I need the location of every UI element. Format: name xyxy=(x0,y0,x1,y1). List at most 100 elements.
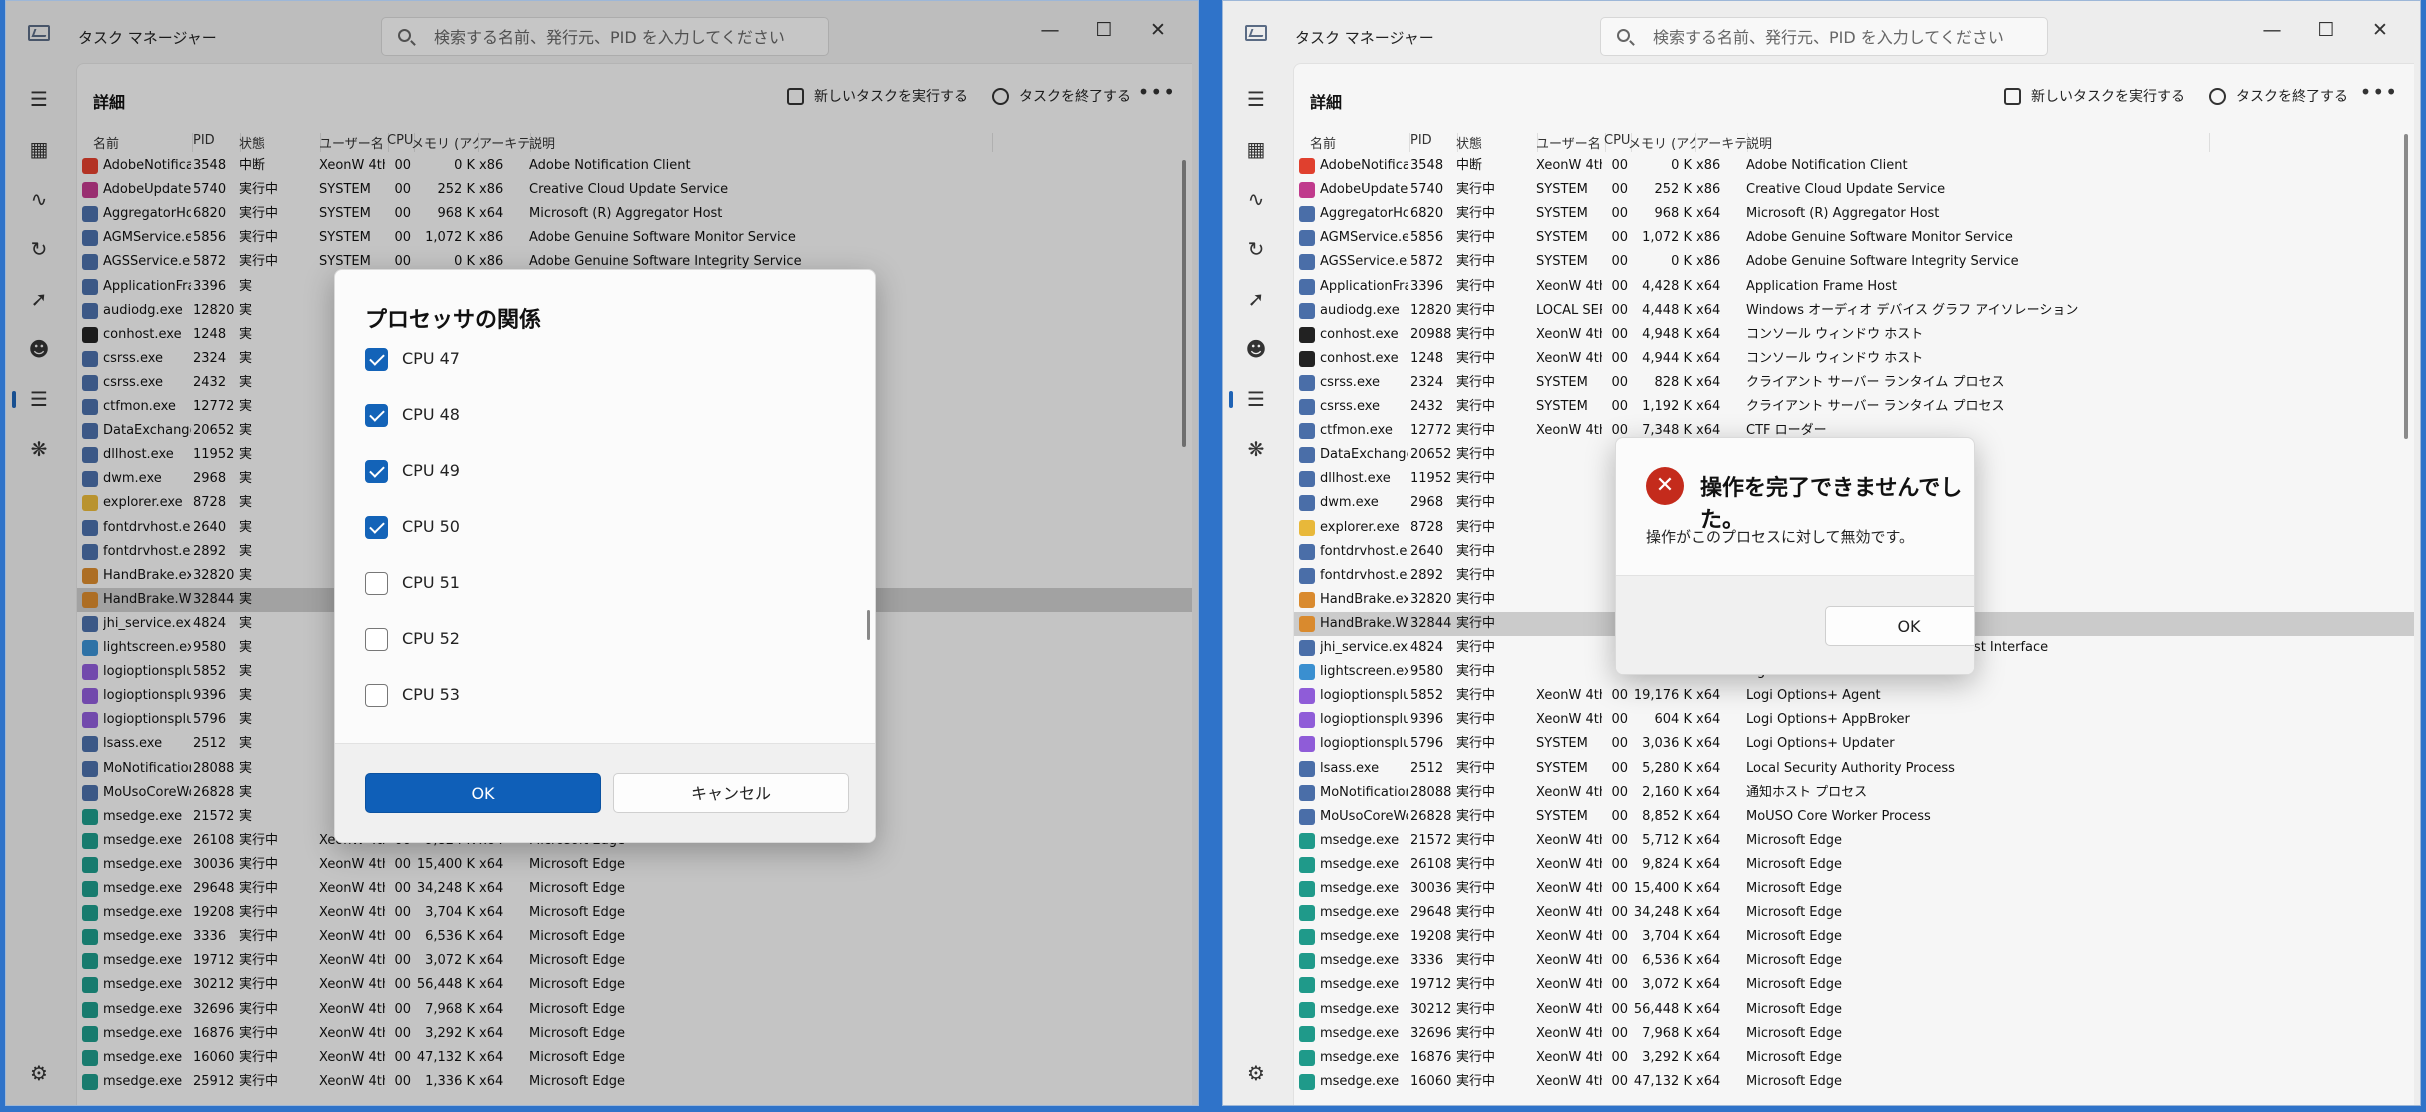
col-arch: x86 xyxy=(1696,230,1721,246)
settings-gear-icon[interactable]: ⚙ xyxy=(1242,1059,1270,1087)
col-status: 実行中 xyxy=(1456,254,1496,270)
table-row[interactable]: msedge.exe 30036 実行中 XeonW 4th ... 00 15,400 … xyxy=(1294,877,2414,901)
table-row[interactable]: msedge.exe 30212実行中 XeonW 4th ... 00 56,448 … xyxy=(1294,998,2414,1022)
cpu-checkbox-label: CPU 48 xyxy=(402,405,460,424)
col-name-header[interactable]: 名前 xyxy=(1310,133,1410,152)
col-user: XeonW 4th ... xyxy=(1536,326,1602,342)
table-row[interactable]: msedge.exe 21572実行中 XeonW 4th ... 00 5,712 K… xyxy=(1294,829,2414,853)
col-arch: x64 xyxy=(1696,399,1721,414)
services-icon[interactable]: ❋ xyxy=(1242,435,1270,463)
cpu-checkbox[interactable]: CPU 50 xyxy=(365,513,665,541)
cancel-button[interactable]: キャンセル xyxy=(613,773,849,813)
users-icon[interactable]: ☻ xyxy=(1242,335,1270,363)
process-icon xyxy=(1299,230,1315,247)
col-name: msedge.exe xyxy=(1320,1001,1400,1017)
col-user-header[interactable]: ユーザー名 xyxy=(1536,133,1606,152)
ok-button[interactable]: OK xyxy=(1825,606,1974,646)
cpu-checkbox[interactable]: CPU 52 xyxy=(365,625,665,653)
table-row[interactable]: AGMService.exe5856 実行中 SYSTEM 00 1,072 Kx86 A… xyxy=(1294,226,2414,250)
run-new-task-button[interactable]: 新しいタスクを実行する xyxy=(2004,80,2185,114)
details-icon[interactable]: ☰ xyxy=(1229,385,1270,413)
col-arch-header[interactable]: アーキテ... xyxy=(1696,133,1748,152)
col-pid: 32820 xyxy=(1410,591,1452,607)
col-name: HandBrake.Worker.exe xyxy=(1320,615,1408,631)
table-row[interactable]: AdobeNotificationCli...3548 中断 XeonW 4th .… xyxy=(1294,154,2414,178)
col-arch: x64 xyxy=(1696,688,1721,704)
col-memory-header[interactable]: メモリ (アクテ... xyxy=(1628,133,1696,152)
col-status: 実行中 xyxy=(1456,423,1496,439)
search-box[interactable] xyxy=(1600,17,2048,56)
table-row[interactable]: AGSService.exe5872 実行中 SYSTEM 00 0 Kx86 Adobe… xyxy=(1294,250,2414,274)
cpu-checkbox-label: CPU 50 xyxy=(402,517,460,536)
table-row[interactable]: msedge.exe 16876実行中 XeonW 4th ... 00 3,292 K… xyxy=(1294,1046,2414,1070)
col-arch: x64 xyxy=(1696,977,1721,993)
hamburger-menu-icon[interactable]: ☰ xyxy=(1242,85,1270,113)
col-memory: 9,824 K xyxy=(1642,856,1692,872)
col-description-header[interactable]: 説明 xyxy=(1746,133,2210,152)
table-row[interactable]: msedge.exe 29648実行中 XeonW 4th ... 00 34,248 … xyxy=(1294,901,2414,925)
table-row[interactable]: logioptionsplus_app...9396 実行中 XeonW 4th .… xyxy=(1294,708,2414,732)
table-row[interactable]: msedge.exe 19208実行中 XeonW 4th ... 00 3,704 K… xyxy=(1294,925,2414,949)
process-icon xyxy=(1299,929,1315,946)
dialog-scrollbar[interactable] xyxy=(867,610,870,640)
col-memory: 6,536 K xyxy=(1642,953,1692,969)
table-row[interactable]: lsass.exe 2512 実行中 SYSTEM 00 5,280 Kx64 Local … xyxy=(1294,757,2414,781)
table-row[interactable]: MoUsoCoreWorker.exe26828実行中 SYSTEM 00 8,852… xyxy=(1294,805,2414,829)
end-task-button[interactable]: タスクを終了する xyxy=(2209,80,2348,114)
table-row[interactable]: csrss.exe 2432 実行中 SYSTEM 00 1,192 K x64 クライアント… xyxy=(1294,395,2414,419)
cpu-checkbox[interactable]: CPU 48 xyxy=(365,401,665,429)
col-user: SYSTEM xyxy=(1536,374,1588,390)
table-row[interactable]: MoNotificationUx.exe28088実行中 XeonW 4th ..… xyxy=(1294,781,2414,805)
cpu-checkbox[interactable]: CPU 49 xyxy=(365,457,665,485)
cpu-checkbox[interactable]: CPU 53 xyxy=(365,681,665,709)
maximize-button[interactable]: ☐ xyxy=(2299,9,2353,51)
table-row[interactable]: msedge.exe 19712実行中 XeonW 4th ... 00 3,072 K… xyxy=(1294,973,2414,997)
process-icon xyxy=(1299,182,1315,199)
process-icon xyxy=(1299,615,1315,632)
performance-icon[interactable]: ∿ xyxy=(1242,185,1270,213)
table-row[interactable]: msedge.exe 3336 実行中 XeonW 4th ... 00 6,536 Kx… xyxy=(1294,949,2414,973)
col-description: Logi Options+ Agent xyxy=(1746,688,1881,704)
table-row[interactable]: logioptionsplus_agen...5852 実行中 XeonW 4th … xyxy=(1294,684,2414,708)
app-history-icon[interactable]: ↻ xyxy=(1242,235,1270,263)
more-options-icon[interactable]: ••• xyxy=(2360,80,2398,104)
startup-apps-icon[interactable]: ➚ xyxy=(1242,285,1270,313)
close-button[interactable]: ✕ xyxy=(2353,9,2407,51)
col-memory: 4,944 K xyxy=(1642,350,1692,366)
table-row[interactable]: AdobeUpdateService...5740 実行中 SYSTEM 00 252 … xyxy=(1294,178,2414,202)
table-row[interactable]: msedge.exe 32696実行中 XeonW 4th ... 00 7,968 K… xyxy=(1294,1022,2414,1046)
col-memory: 0 K xyxy=(1671,158,1692,173)
table-row[interactable]: msedge.exe 26108実行中 XeonW 4th ... 00 9,824 K… xyxy=(1294,853,2414,877)
ok-button[interactable]: OK xyxy=(365,773,601,813)
col-pid: 3548 xyxy=(1410,158,1444,173)
task-manager-window-left: タスク マネージャー — ☐ ✕ ☰ ▦ ∿ ↻ ➚ ☻ ☰ ❋ ⚙ 詳細 新し… xyxy=(5,0,1199,1106)
table-row[interactable]: conhost.exe 20988実行中 XeonW 4th ... 00 4,948 … xyxy=(1294,323,2414,347)
table-row[interactable]: AggregatorHost.exe6820 実行中 SYSTEM 00 968 Kx6… xyxy=(1294,202,2414,226)
run-task-icon xyxy=(2004,87,2021,105)
processes-icon[interactable]: ▦ xyxy=(1242,135,1270,163)
table-row[interactable]: ApplicationFrameHo...3396 実行中 XeonW 4th ..… xyxy=(1294,275,2414,299)
table-row[interactable]: conhost.exe 1248 実行中 XeonW 4th ... 00 4,944 K… xyxy=(1294,347,2414,371)
minimize-button[interactable]: — xyxy=(2245,9,2299,51)
col-pid-header[interactable]: PID xyxy=(1410,133,1458,152)
table-row[interactable]: csrss.exe 2324 実行中 SYSTEM 00 828 Kx64 クライアント サ… xyxy=(1294,371,2414,395)
cpu-checkbox[interactable]: CPU 51 xyxy=(365,569,665,597)
col-description: Application Frame Host xyxy=(1746,278,1898,294)
col-arch: x86 xyxy=(1696,158,1721,173)
process-icon xyxy=(1299,736,1315,753)
search-input[interactable] xyxy=(1653,26,2033,48)
col-pid: 2512 xyxy=(1410,760,1444,776)
col-pid: 26828 xyxy=(1410,808,1452,824)
vertical-scrollbar[interactable] xyxy=(2404,134,2408,439)
table-row[interactable]: logioptionsplus_upd...5796 実行中 SYSTEM 00 3,0… xyxy=(1294,732,2414,756)
cpu-checkbox[interactable]: CPU 47 xyxy=(365,345,665,373)
table-row[interactable]: audiodg.exe 12820実行中 LOCAL SER... 00 4,448 K… xyxy=(1294,299,2414,323)
process-icon xyxy=(1299,832,1315,849)
col-arch: x64 xyxy=(1696,278,1721,294)
col-name: msedge.exe xyxy=(1320,977,1400,993)
col-description: Microsoft Edge xyxy=(1746,977,1843,993)
process-icon xyxy=(1299,953,1315,970)
table-row[interactable]: msedge.exe 16060実行中 XeonW 4th ... 00 47,132 … xyxy=(1294,1070,2414,1094)
process-icon xyxy=(1299,471,1315,488)
col-status-header[interactable]: 状態 xyxy=(1456,133,1538,152)
